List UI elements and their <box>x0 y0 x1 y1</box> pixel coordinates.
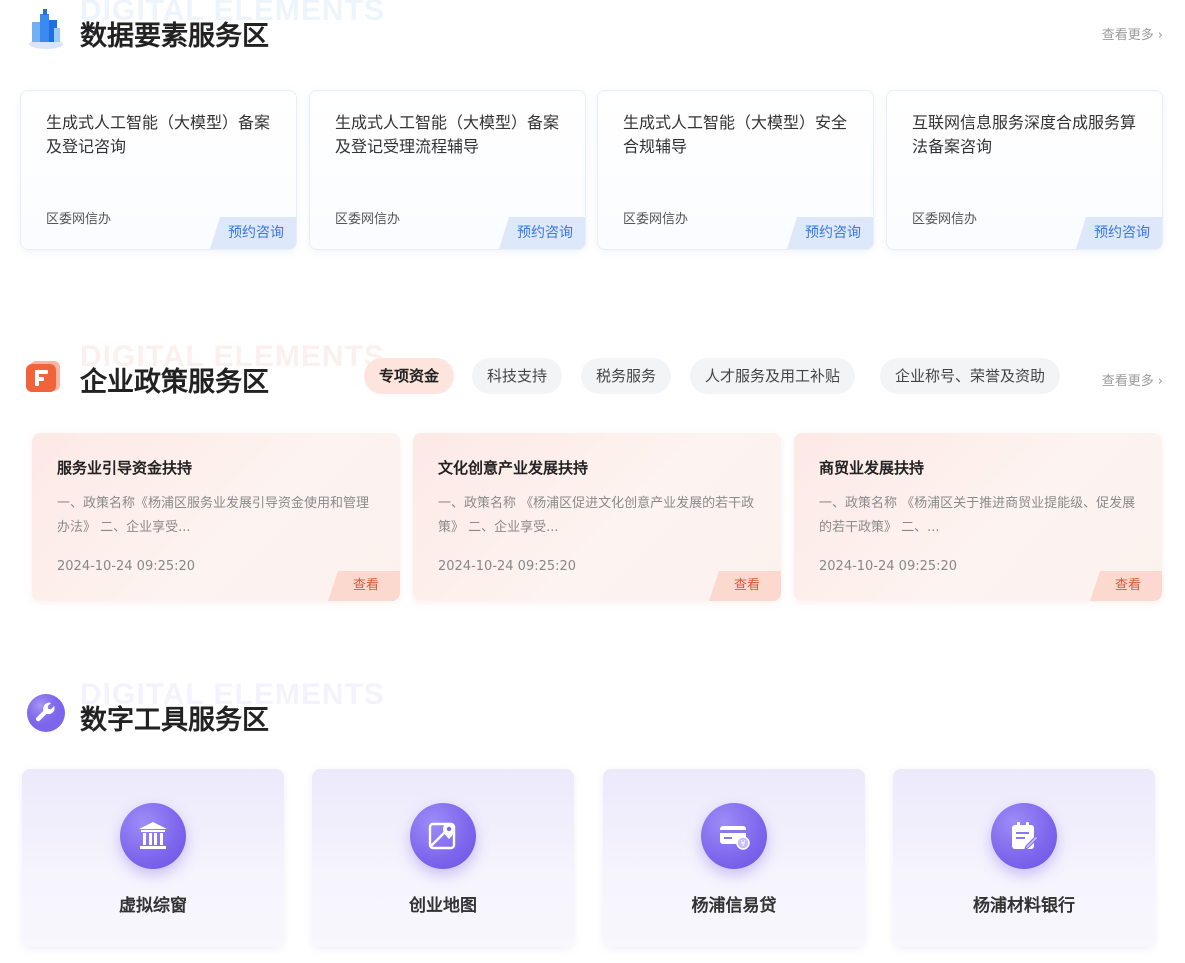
tool-name: 杨浦材料银行 <box>973 896 1075 916</box>
service-card-org: 区委网信办 <box>335 212 401 227</box>
government-building-icon <box>120 803 186 869</box>
view-more-link[interactable]: 查看更多 › <box>1102 370 1163 389</box>
chevron-right-icon: › <box>1157 28 1163 43</box>
service-card-title: 生成式人工智能（大模型）备案及登记咨询 <box>46 113 271 156</box>
tool-card[interactable]: 杨浦材料银行 <box>893 769 1155 947</box>
tool-name: 杨浦信易贷 <box>691 896 777 916</box>
map-pin-icon <box>410 803 476 869</box>
tools-section-header: DIGITAL ELEMENTS 数字工具服务区 <box>0 678 1185 744</box>
wrench-icon <box>24 690 68 734</box>
view-more-label: 查看更多 <box>1101 28 1154 43</box>
service-card-title: 生成式人工智能（大模型）备案及登记受理流程辅导 <box>335 113 560 156</box>
chevron-right-icon: › <box>1157 374 1163 389</box>
service-card-title: 生成式人工智能（大模型）安全合规辅导 <box>623 113 848 156</box>
tab-tech-support[interactable]: 科技支持 <box>472 358 563 394</box>
tab-enterprise-honors[interactable]: 企业称号、荣誉及资助 <box>880 358 1061 394</box>
service-card[interactable]: 生成式人工智能（大模型）安全合规辅导 区委网信办 预约咨询 <box>597 90 874 250</box>
tab-tax-services[interactable]: 税务服务 <box>581 358 672 394</box>
tool-card[interactable]: 创业地图 <box>312 769 574 947</box>
section-title: 数据要素服务区 <box>80 21 269 52</box>
svg-text:¥: ¥ <box>740 839 745 848</box>
policy-card-date: 2024-10-24 09:25:20 <box>438 559 577 574</box>
service-card-org: 区委网信办 <box>912 212 978 227</box>
policy-document-icon <box>24 352 68 396</box>
view-button[interactable]: 查看 <box>328 571 400 601</box>
tool-name: 创业地图 <box>409 896 477 916</box>
document-edit-icon <box>991 803 1057 869</box>
book-consult-button[interactable]: 预约咨询 <box>499 217 585 249</box>
policy-card-title: 商贸业发展扶持 <box>819 459 925 477</box>
policy-card-date: 2024-10-24 09:25:20 <box>57 559 196 574</box>
view-more-link[interactable]: 查看更多 › <box>1102 24 1163 43</box>
tool-name: 虚拟综窗 <box>119 896 187 916</box>
book-consult-button[interactable]: 预约咨询 <box>210 217 296 249</box>
view-more-label: 查看更多 <box>1101 374 1154 389</box>
service-card[interactable]: 生成式人工智能（大模型）备案及登记受理流程辅导 区委网信办 预约咨询 <box>309 90 586 250</box>
section-title: 企业政策服务区 <box>80 367 269 398</box>
view-button[interactable]: 查看 <box>709 571 781 601</box>
tool-card[interactable]: ¥ 杨浦信易贷 <box>603 769 865 947</box>
book-consult-button[interactable]: 预约咨询 <box>1076 217 1162 249</box>
tab-talent-services[interactable]: 人才服务及用工补贴 <box>690 358 856 394</box>
policy-card[interactable]: 文化创意产业发展扶持 一、政策名称 《杨浦区促进文化创意产业发展的若干政策》 二… <box>413 433 781 601</box>
policy-card-title: 文化创意产业发展扶持 <box>438 459 589 477</box>
policy-card-date: 2024-10-24 09:25:20 <box>819 559 958 574</box>
service-card[interactable]: 生成式人工智能（大模型）备案及登记咨询 区委网信办 预约咨询 <box>20 90 297 250</box>
service-card-org: 区委网信办 <box>623 212 689 227</box>
policy-card[interactable]: 服务业引导资金扶持 一、政策名称《杨浦区服务业发展引导资金使用和管理办法》 二、… <box>32 433 400 601</box>
policy-card-description: 一、政策名称 《杨浦区促进文化创意产业发展的若干政策》 二、企业享受... <box>438 496 755 535</box>
view-button[interactable]: 查看 <box>1090 571 1162 601</box>
data-section-header: DIGITAL ELEMENTS 数据要素服务区 查看更多 › <box>0 0 1185 60</box>
policy-card-description: 一、政策名称 《杨浦区关于推进商贸业提能级、促发展的若干政策》 二、... <box>819 496 1136 535</box>
book-consult-button[interactable]: 预约咨询 <box>787 217 873 249</box>
policy-card-description: 一、政策名称《杨浦区服务业发展引导资金使用和管理办法》 二、企业享受... <box>57 496 370 535</box>
policy-card-title: 服务业引导资金扶持 <box>57 459 193 477</box>
section-title: 数字工具服务区 <box>80 705 269 736</box>
policy-card[interactable]: 商贸业发展扶持 一、政策名称 《杨浦区关于推进商贸业提能级、促发展的若干政策》 … <box>794 433 1162 601</box>
service-card-title: 互联网信息服务深度合成服务算法备案咨询 <box>912 113 1137 156</box>
credit-card-icon: ¥ <box>701 803 767 869</box>
service-card-org: 区委网信办 <box>46 212 112 227</box>
service-card[interactable]: 互联网信息服务深度合成服务算法备案咨询 区委网信办 预约咨询 <box>886 90 1163 250</box>
tab-special-funds[interactable]: 专项资金 <box>364 358 455 394</box>
tool-card[interactable]: 虚拟综窗 <box>22 769 284 947</box>
data-blocks-icon <box>24 6 68 50</box>
